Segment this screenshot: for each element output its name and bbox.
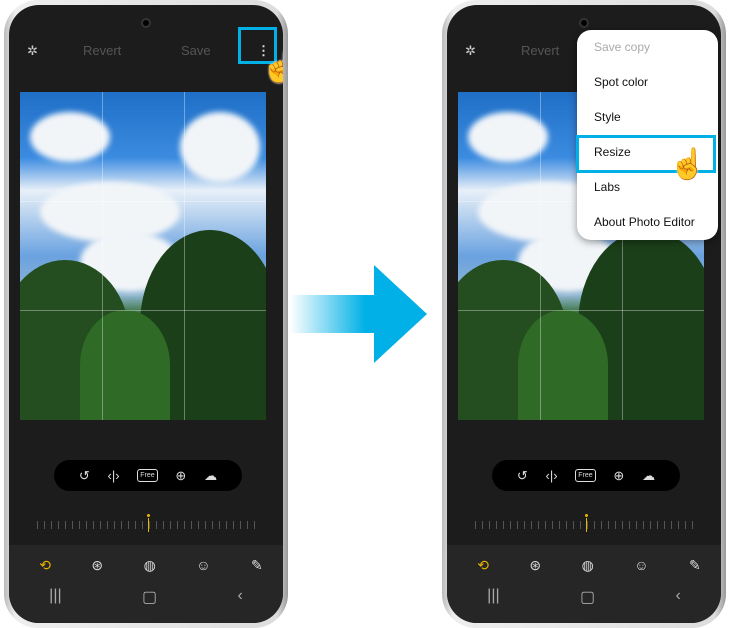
flip-icon[interactable]: ‹|› <box>108 468 120 483</box>
front-camera <box>141 18 151 28</box>
auto-enhance-icon[interactable]: ✲ <box>465 43 476 59</box>
phone-right: ✲ Revert Save copy Spot color Style Resi… <box>442 0 726 628</box>
adjust-tone-icon[interactable]: ◍ <box>582 557 594 574</box>
recent-apps-icon[interactable]: ||| <box>487 587 499 607</box>
flip-icon[interactable]: ‹|› <box>546 468 558 483</box>
menu-item-about-photo-editor[interactable]: About Photo Editor <box>577 205 718 240</box>
photo-editor-screen: ✲ Revert Save ⋮ ☝ ↺ ‹|› Free ⊕ ☁ ⟲ ⊛ ◍ ☺… <box>9 5 283 623</box>
straighten-slider[interactable] <box>475 514 697 532</box>
draw-icon[interactable]: ✎ <box>251 557 263 574</box>
photo-crop-area[interactable] <box>20 92 266 420</box>
perspective-icon[interactable]: ⊕ <box>613 468 624 484</box>
menu-item-style[interactable]: Style <box>577 100 718 135</box>
photo-editor-screen: ✲ Revert Save copy Spot color Style Resi… <box>447 5 721 623</box>
crop-rotate-icon[interactable]: ⟲ <box>39 557 51 574</box>
revert-button[interactable]: Revert <box>521 43 559 58</box>
rotate-icon[interactable]: ↺ <box>517 468 528 484</box>
front-camera <box>579 18 589 28</box>
tap-hand-icon: ☝ <box>261 51 283 84</box>
sticker-icon[interactable]: ☺ <box>196 557 210 574</box>
free-ratio-button[interactable]: Free <box>575 469 596 482</box>
menu-item-spot-color[interactable]: Spot color <box>577 65 718 100</box>
filters-icon[interactable]: ⊛ <box>529 557 541 574</box>
revert-button[interactable]: Revert <box>83 43 121 58</box>
recent-apps-icon[interactable]: ||| <box>49 587 61 607</box>
crop-tools-bar: ↺ ‹|› Free ⊕ ☁ <box>54 460 242 491</box>
crop-rotate-icon[interactable]: ⟲ <box>477 557 489 574</box>
home-icon[interactable]: ▢ <box>142 587 157 607</box>
tap-hand-icon: ☝ <box>669 148 707 181</box>
auto-enhance-icon[interactable]: ✲ <box>27 43 38 59</box>
bottom-toolbar: ⟲ ⊛ ◍ ☺ ✎ ||| ▢ ‹ <box>9 545 283 623</box>
save-button[interactable]: Save <box>181 43 211 58</box>
lasso-icon[interactable]: ☁ <box>642 468 655 484</box>
straighten-slider[interactable] <box>37 514 259 532</box>
perspective-icon[interactable]: ⊕ <box>175 468 186 484</box>
crop-tools-bar: ↺ ‹|› Free ⊕ ☁ <box>492 460 680 491</box>
back-icon[interactable]: ‹ <box>237 587 242 607</box>
draw-icon[interactable]: ✎ <box>689 557 701 574</box>
menu-item-save-copy: Save copy <box>594 40 651 54</box>
lasso-icon[interactable]: ☁ <box>204 468 217 484</box>
adjust-tone-icon[interactable]: ◍ <box>144 557 156 574</box>
rotate-icon[interactable]: ↺ <box>79 468 90 484</box>
next-step-arrow-icon <box>290 265 427 363</box>
free-ratio-button[interactable]: Free <box>137 469 158 482</box>
back-icon[interactable]: ‹ <box>675 587 680 607</box>
bottom-toolbar: ⟲ ⊛ ◍ ☺ ✎ ||| ▢ ‹ <box>447 545 721 623</box>
phone-left: ✲ Revert Save ⋮ ☝ ↺ ‹|› Free ⊕ ☁ ⟲ ⊛ ◍ ☺… <box>4 0 288 628</box>
sticker-icon[interactable]: ☺ <box>634 557 648 574</box>
filters-icon[interactable]: ⊛ <box>91 557 103 574</box>
home-icon[interactable]: ▢ <box>580 587 595 607</box>
